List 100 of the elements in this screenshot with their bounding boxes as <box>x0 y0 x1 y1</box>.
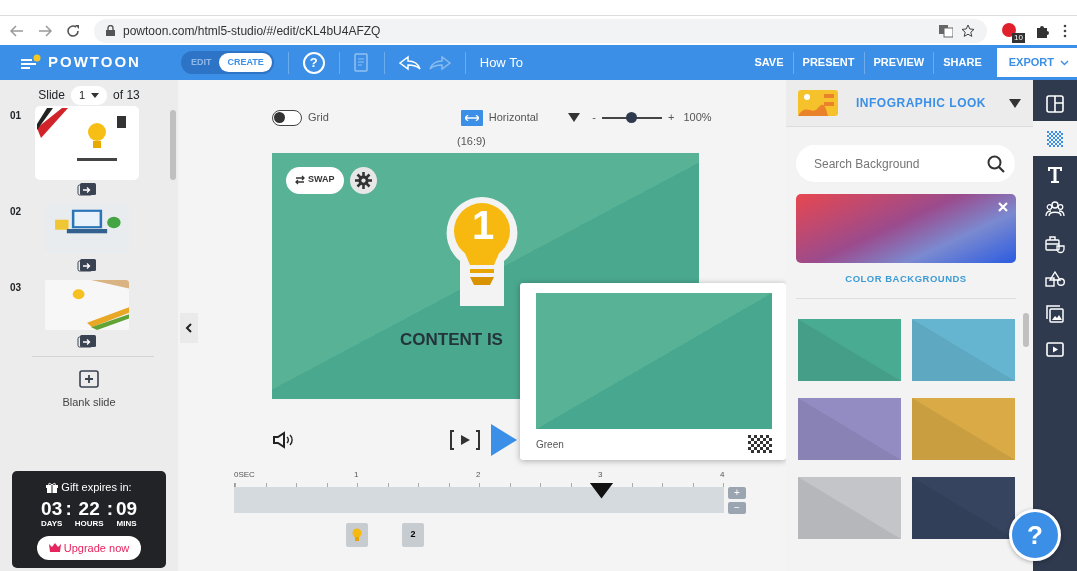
back-arrow-icon[interactable] <box>10 24 24 37</box>
horizontal-arrows-icon <box>464 114 479 121</box>
briefcase-icon <box>1045 233 1065 254</box>
image-icon <box>1045 303 1065 324</box>
logo-text: POWTOON <box>48 52 141 73</box>
speaker-icon[interactable] <box>272 430 296 449</box>
slide-index: 01 <box>10 108 23 123</box>
color-swatch[interactable] <box>912 319 1015 382</box>
blank-slide-button[interactable]: Blank slide <box>56 368 122 411</box>
timeline-marker[interactable]: 2 <box>402 522 424 547</box>
collapse-panel-button[interactable] <box>180 313 198 343</box>
slide-heading: CONTENT IS <box>400 328 503 351</box>
countdown-unit: MINS <box>116 517 137 530</box>
countdown-separator: : <box>106 498 113 518</box>
background-name: Green <box>536 437 564 452</box>
extension-badge: 10 <box>1012 32 1025 43</box>
forward-arrow-icon[interactable] <box>38 24 52 37</box>
grid-label: Grid <box>308 110 329 126</box>
reload-icon[interactable] <box>66 23 80 38</box>
address-field[interactable]: powtoon.com/html5-studio/#/edit/cKL4bU4AFZQ <box>94 18 987 43</box>
caret-icon <box>1060 59 1069 66</box>
toolbar-action[interactable]: SHARE <box>934 54 991 71</box>
menu-icon[interactable] <box>20 53 42 72</box>
bulb-marker[interactable] <box>346 522 368 547</box>
slide-index: 02 <box>10 204 23 219</box>
transparency-grid-icon[interactable] <box>748 435 772 453</box>
search-bar[interactable]: Search Background <box>796 145 1015 182</box>
aspect-ratio-label: (16:9) <box>457 134 486 149</box>
slide-label: Slide <box>38 87 65 105</box>
timeline-tick-label: 0SEC <box>234 468 255 481</box>
timeline-tick-label: 1 <box>354 468 359 481</box>
slide-thumbnail[interactable] <box>37 107 137 178</box>
close-icon[interactable] <box>998 202 1008 212</box>
slide-number-dropdown[interactable]: 1 <box>70 86 108 105</box>
countdown-value: 09 <box>115 498 138 518</box>
undo-icon[interactable] <box>398 54 421 71</box>
lock-icon <box>106 25 115 36</box>
add-scene-icon[interactable] <box>77 257 97 272</box>
add-scene-icon[interactable] <box>77 181 97 196</box>
timeline-zoom-out-button[interactable]: − <box>728 501 746 514</box>
chevron-left-icon <box>185 323 193 333</box>
puzzle-icon[interactable] <box>1035 23 1049 38</box>
orientation-label: Horizontal <box>488 110 539 126</box>
color-swatch[interactable] <box>912 398 1015 461</box>
countdown-value: 22 <box>78 498 100 518</box>
slide-thumbnail[interactable] <box>45 279 129 330</box>
countdown-unit: HOURS <box>74 517 104 530</box>
orientation-button[interactable] <box>460 109 483 126</box>
countdown-unit: DAYS <box>40 517 63 530</box>
timeline-zoom-in-button[interactable]: + <box>728 486 746 499</box>
timeline-tick-label: 4 <box>720 468 725 481</box>
project-title[interactable]: How To <box>479 52 523 73</box>
timeline-tick-label: 3 <box>598 468 603 481</box>
layout-icon <box>1045 93 1065 114</box>
add-scene-icon[interactable] <box>77 333 97 348</box>
mode-tab[interactable]: EDIT <box>182 52 220 73</box>
zoom-in-sign[interactable]: + <box>668 109 675 126</box>
zoom-reading: 100% <box>683 110 712 126</box>
translate-icon[interactable] <box>939 23 953 38</box>
color-swatch[interactable] <box>798 319 901 382</box>
toolbar-action[interactable]: PRESENT <box>793 54 864 71</box>
zoom-slider-thumb[interactable] <box>626 112 638 123</box>
timeline-tick-label: 2 <box>476 468 481 481</box>
export-button[interactable]: EXPORT <box>996 48 1077 77</box>
play-icon[interactable] <box>491 423 517 456</box>
mode-tab[interactable]: CREATE <box>219 52 272 73</box>
grid-toggle[interactable] <box>272 109 302 126</box>
people-icon <box>1045 198 1065 219</box>
dropdown-caret-icon[interactable] <box>1009 98 1021 108</box>
scrollbar-thumb[interactable] <box>1023 313 1029 347</box>
zoom-out-sign[interactable]: - <box>592 109 596 126</box>
url-text: powtoon.com/html5-studio/#/edit/cKL4bU4AFZQ <box>123 22 381 40</box>
bulb-number: 1 <box>472 204 495 245</box>
more-menu-icon[interactable] <box>1063 23 1067 38</box>
add-icon <box>79 369 99 388</box>
upgrade-button[interactable]: Upgrade now <box>36 535 142 560</box>
search-field[interactable]: Search Background <box>812 153 987 174</box>
swap-button[interactable]: SWAP <box>286 166 344 194</box>
dropdown-caret-icon[interactable] <box>568 113 581 122</box>
settings-button[interactable] <box>349 166 377 194</box>
infographic-thumbnail-icon <box>798 90 838 116</box>
gift-title: Gift expires in: <box>61 480 132 495</box>
countdown-separator: : <box>65 498 72 518</box>
bulb-icon <box>352 527 362 542</box>
search-icon[interactable] <box>987 154 1005 173</box>
caret-icon <box>91 92 100 98</box>
scrollbar-thumb[interactable] <box>170 109 176 180</box>
shapes-icon <box>1045 268 1065 289</box>
toolbar-action[interactable]: PREVIEW <box>864 54 934 71</box>
color-swatch[interactable] <box>798 477 901 540</box>
star-icon[interactable] <box>961 23 975 38</box>
color-swatch[interactable] <box>798 398 901 461</box>
gift-icon <box>46 481 59 493</box>
color-swatch[interactable] <box>912 477 1015 540</box>
slide-index: 03 <box>10 280 23 295</box>
help-button[interactable]: ? <box>302 51 325 74</box>
crown-icon <box>48 543 61 553</box>
play-scene-icon[interactable] <box>449 428 481 451</box>
toolbar-action[interactable]: SAVE <box>745 54 793 71</box>
slide-count: of 13 <box>113 87 140 105</box>
